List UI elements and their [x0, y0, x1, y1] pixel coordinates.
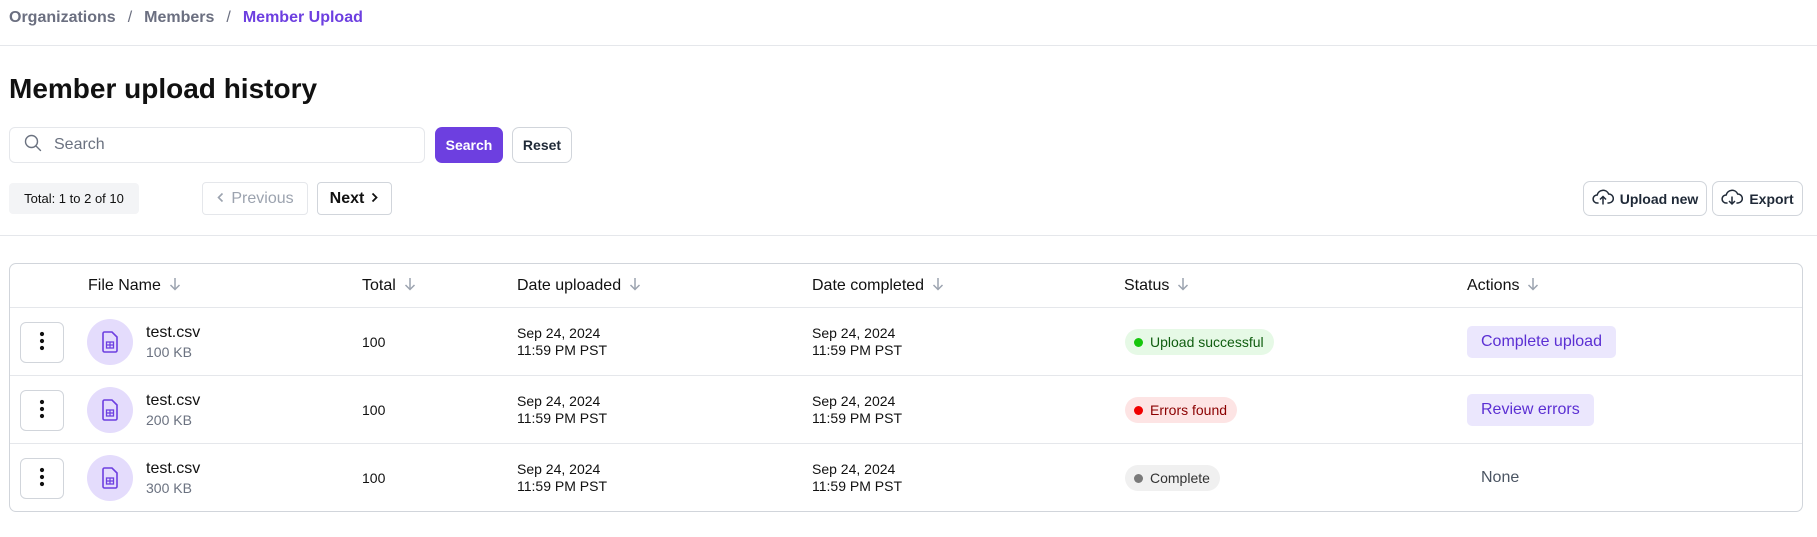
- time-text: 11:59 PM PST: [517, 478, 608, 494]
- date-completed: Sep 24, 2024 11:59 PM PST: [812, 393, 902, 427]
- date-uploaded: Sep 24, 2024 11:59 PM PST: [517, 325, 607, 359]
- upload-history-table: File Name Total Date uploaded Date compl…: [9, 263, 1803, 512]
- table-row: test.csv 300 KB 100 Sep 24, 2024 11:59 P…: [10, 444, 1802, 511]
- row-menu-button[interactable]: [20, 389, 64, 431]
- file-size: 100 KB: [146, 344, 192, 360]
- upload-new-button[interactable]: Upload new: [1583, 181, 1707, 216]
- column-header-actions[interactable]: Actions: [1467, 264, 1539, 308]
- breadcrumb-member-upload: Member Upload: [242, 9, 363, 26]
- column-header-date-uploaded[interactable]: Date uploaded: [517, 264, 641, 308]
- export-label: Export: [1749, 190, 1794, 207]
- page-title: Member upload history: [9, 73, 318, 104]
- date-text: Sep 24, 2024: [517, 461, 601, 477]
- status-text: Complete: [1150, 470, 1210, 486]
- status-dot-icon: [1134, 405, 1143, 415]
- next-page-button[interactable]: Next: [317, 182, 392, 215]
- column-label: Actions: [1467, 277, 1520, 294]
- table-row: test.csv 100 KB 100 Sep 24, 2024 11:59 P…: [10, 308, 1802, 376]
- table-row: test.csv 200 KB 100 Sep 24, 2024 11:59 P…: [10, 376, 1802, 444]
- spreadsheet-file-icon: [87, 387, 133, 433]
- cloud-download-icon: [1721, 188, 1744, 209]
- toolbar-divider: [0, 235, 1817, 236]
- header-divider: [0, 45, 1817, 46]
- column-label: Total: [362, 277, 396, 294]
- reset-button[interactable]: Reset: [512, 127, 572, 163]
- date-text: Sep 24, 2024: [517, 393, 601, 409]
- column-header-file-name[interactable]: File Name: [88, 264, 181, 308]
- time-text: 11:59 PM PST: [517, 410, 608, 426]
- column-header-total[interactable]: Total: [362, 264, 416, 308]
- column-label: Status: [1124, 277, 1170, 294]
- date-text: Sep 24, 2024: [517, 325, 601, 341]
- arrow-down-icon: [1177, 277, 1189, 296]
- chevron-right-icon: [370, 190, 379, 208]
- date-text: Sep 24, 2024: [812, 325, 896, 341]
- chevron-left-icon: [216, 190, 225, 208]
- no-action-text: None: [1481, 469, 1520, 486]
- kebab-menu-icon: [39, 331, 45, 354]
- breadcrumb: Organizations / Members / Member Upload: [9, 9, 363, 27]
- status-text: Errors found: [1150, 402, 1228, 418]
- search-input[interactable]: [52, 135, 412, 155]
- arrow-down-icon: [1527, 277, 1539, 296]
- date-completed: Sep 24, 2024 11:59 PM PST: [812, 461, 902, 495]
- file-name: test.csv: [146, 460, 201, 477]
- date-uploaded: Sep 24, 2024 11:59 PM PST: [517, 461, 607, 495]
- table-header: File Name Total Date uploaded Date compl…: [10, 264, 1802, 308]
- column-label: Date completed: [812, 277, 925, 294]
- upload-new-label: Upload new: [1619, 190, 1699, 207]
- export-button[interactable]: Export: [1712, 181, 1803, 216]
- status-badge: Complete: [1125, 465, 1220, 491]
- cloud-upload-icon: [1592, 188, 1614, 209]
- date-text: Sep 24, 2024: [812, 461, 896, 477]
- status-dot-icon: [1134, 337, 1143, 347]
- file-size: 300 KB: [146, 480, 192, 496]
- search-button[interactable]: Search: [435, 127, 503, 163]
- arrow-down-icon: [932, 277, 944, 296]
- spreadsheet-file-icon: [87, 319, 133, 365]
- kebab-menu-icon: [39, 399, 45, 422]
- total-count-badge: Total: 1 to 2 of 10: [9, 183, 139, 214]
- total-value: 100: [362, 470, 386, 486]
- breadcrumb-separator: /: [127, 9, 133, 26]
- complete-upload-button[interactable]: Complete upload: [1467, 326, 1616, 358]
- file-size: 200 KB: [146, 412, 192, 428]
- row-menu-button[interactable]: [20, 457, 64, 499]
- time-text: 11:59 PM PST: [517, 342, 608, 358]
- date-text: Sep 24, 2024: [812, 393, 896, 409]
- column-label: File Name: [88, 277, 161, 294]
- time-text: 11:59 PM PST: [812, 342, 903, 358]
- breadcrumb-separator: /: [226, 9, 231, 26]
- date-completed: Sep 24, 2024 11:59 PM PST: [812, 325, 902, 359]
- file-name: test.csv: [146, 392, 201, 409]
- review-errors-button[interactable]: Review errors: [1467, 394, 1594, 426]
- previous-label: Previous: [231, 189, 294, 207]
- arrow-down-icon: [629, 277, 641, 296]
- status-badge: Errors found: [1125, 397, 1238, 423]
- row-menu-button[interactable]: [20, 321, 64, 363]
- date-uploaded: Sep 24, 2024 11:59 PM PST: [517, 393, 607, 427]
- total-value: 100: [362, 334, 386, 350]
- column-label: Date uploaded: [517, 277, 622, 294]
- spreadsheet-file-icon: [87, 455, 133, 501]
- kebab-menu-icon: [39, 467, 45, 490]
- search-field[interactable]: [9, 127, 425, 163]
- status-badge: Upload successful: [1125, 329, 1274, 355]
- file-name: test.csv: [146, 324, 201, 341]
- status-text: Upload successful: [1150, 334, 1264, 350]
- column-header-date-completed[interactable]: Date completed: [812, 264, 944, 308]
- time-text: 11:59 PM PST: [812, 410, 903, 426]
- status-dot-icon: [1134, 473, 1143, 483]
- breadcrumb-organizations[interactable]: Organizations: [9, 9, 116, 27]
- arrow-down-icon: [169, 277, 181, 296]
- column-header-status[interactable]: Status: [1124, 264, 1189, 308]
- arrow-down-icon: [404, 277, 416, 296]
- previous-page-button[interactable]: Previous: [202, 182, 308, 215]
- breadcrumb-members[interactable]: Members: [144, 9, 214, 27]
- time-text: 11:59 PM PST: [812, 478, 903, 494]
- total-value: 100: [362, 402, 386, 418]
- next-label: Next: [329, 189, 365, 207]
- search-icon: [24, 134, 42, 157]
